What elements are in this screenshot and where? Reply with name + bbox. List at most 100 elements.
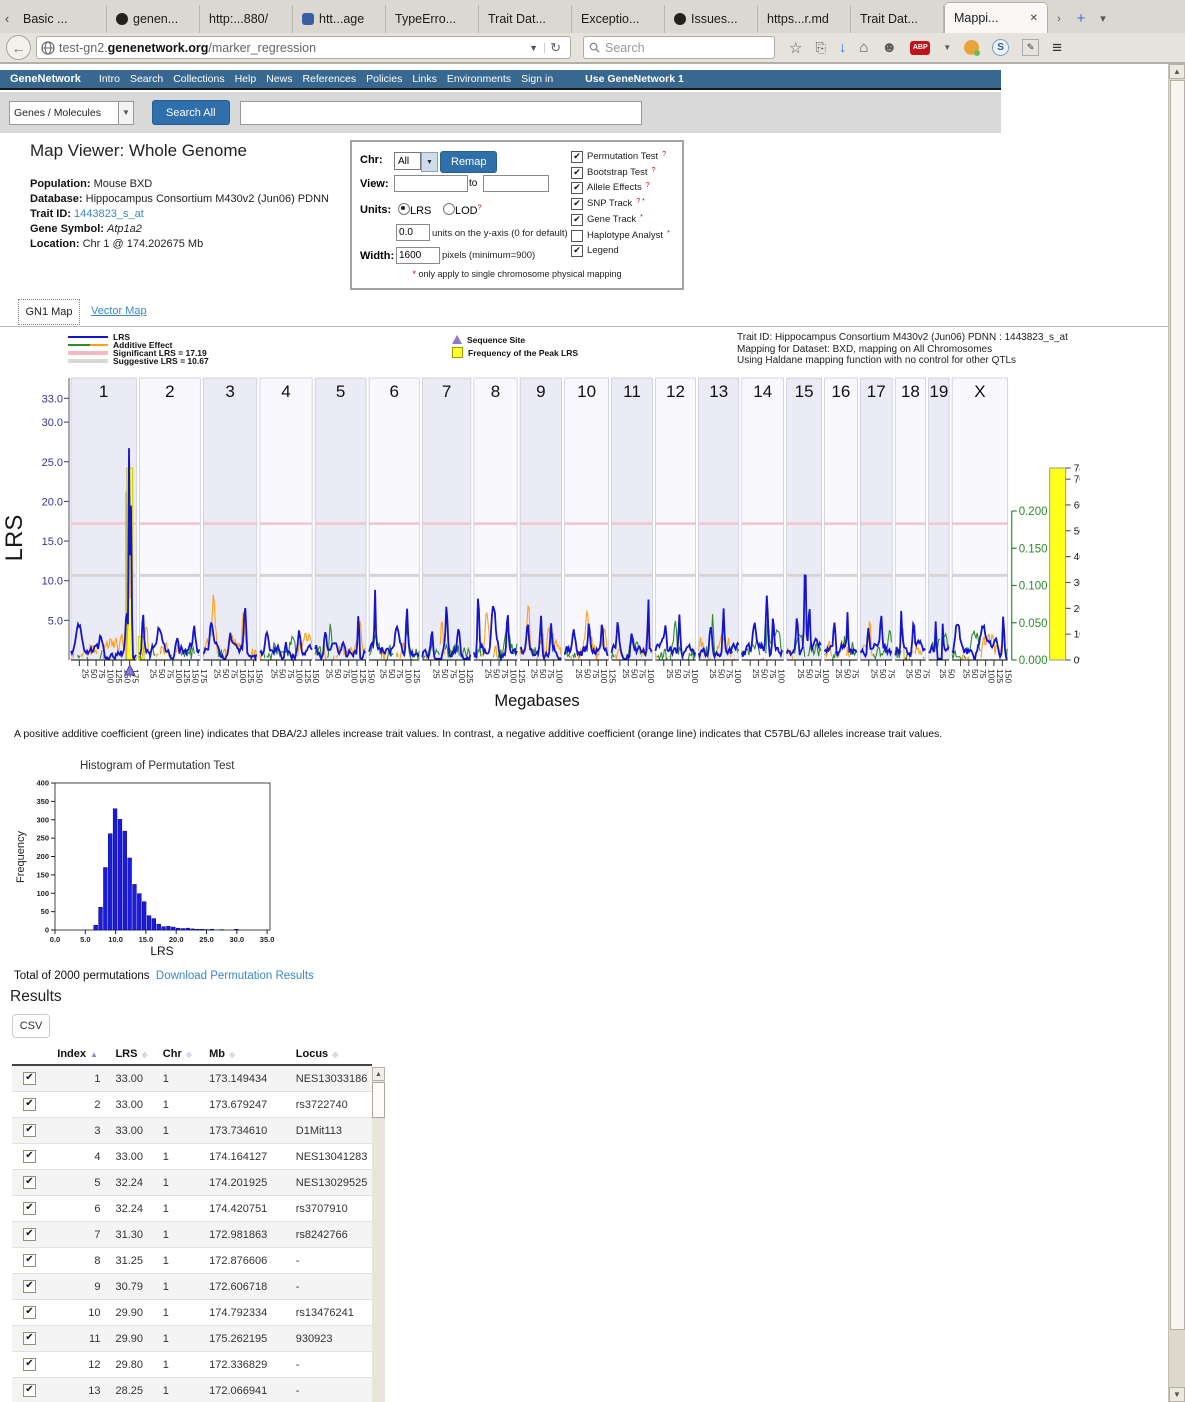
adblock-icon[interactable]: ABP: [910, 41, 930, 55]
checkbox-icon[interactable]: ✔: [571, 151, 583, 163]
row-checkbox[interactable]: ✔: [23, 1332, 36, 1345]
browser-tab[interactable]: Trait Dat...: [479, 5, 572, 33]
browser-tab[interactable]: TypeErro...: [386, 5, 479, 33]
sidebar-item-policies[interactable]: Policies: [366, 73, 402, 85]
row-checkbox[interactable]: ✔: [23, 1202, 36, 1215]
row-checkbox[interactable]: ✔: [23, 1384, 36, 1397]
view-from-input[interactable]: [394, 175, 468, 192]
checkbox-icon[interactable]: ✔: [571, 214, 583, 226]
trait-id-link[interactable]: 1443823_s_at: [74, 208, 144, 220]
checkbox-icon[interactable]: ✔: [571, 182, 583, 194]
row-checkbox[interactable]: ✔: [23, 1124, 36, 1137]
site-brand[interactable]: GeneNetwork: [10, 73, 81, 85]
column-header-mb[interactable]: Mb◆: [206, 1044, 293, 1065]
row-checkbox[interactable]: ✔: [23, 1098, 36, 1111]
column-header-index[interactable]: Index▲: [54, 1044, 112, 1065]
browser-tab[interactable]: Mappi...✕: [944, 2, 1048, 33]
sidebar-item-references[interactable]: References: [302, 73, 356, 85]
search-all-button[interactable]: Search All: [152, 100, 230, 125]
edit-extension-icon[interactable]: ✎: [1022, 39, 1039, 56]
bookmark-star-icon[interactable]: ☆: [789, 39, 802, 57]
checkbox-icon[interactable]: ✔: [571, 245, 583, 257]
row-checkbox[interactable]: ✔: [23, 1358, 36, 1371]
row-checkbox[interactable]: ✔: [23, 1228, 36, 1241]
y-axis-offset-input[interactable]: [396, 224, 430, 241]
category-select[interactable]: Genes / Molecules: [9, 101, 119, 125]
browser-tab[interactable]: http:...880/: [200, 5, 293, 33]
menu-icon[interactable]: ≡: [1052, 38, 1062, 58]
scroll-up-icon[interactable]: ▲: [1169, 64, 1185, 79]
option-bootstrap-test[interactable]: ✔Bootstrap Test?: [571, 167, 655, 179]
row-checkbox[interactable]: ✔: [23, 1072, 36, 1085]
chr-select-dropdown-icon[interactable]: ▼: [421, 152, 438, 172]
sidebar-item-environments[interactable]: Environments: [447, 73, 511, 85]
table-scrollbar-thumb[interactable]: [372, 1082, 385, 1118]
url-dropdown-icon[interactable]: ▼: [523, 43, 545, 53]
clipboard-icon[interactable]: ⎘: [815, 40, 825, 56]
row-checkbox[interactable]: ✔: [23, 1306, 36, 1319]
close-tab-icon[interactable]: ✕: [1030, 13, 1038, 24]
browser-tab[interactable]: htt...age: [293, 5, 386, 33]
tab-gn1-map[interactable]: GN1 Map: [18, 299, 80, 325]
download-permutation-link[interactable]: Download Permutation Results: [156, 970, 314, 982]
adblock-dropdown-icon[interactable]: ▼: [943, 43, 951, 52]
sidebar-item-collections[interactable]: Collections: [173, 73, 224, 85]
sidebar-item-intro[interactable]: Intro: [99, 73, 120, 85]
use-genenetwork1-link[interactable]: Use GeneNetwork 1: [585, 73, 684, 85]
checkbox-icon[interactable]: ✔: [571, 167, 583, 179]
tab-vector-map[interactable]: Vector Map: [91, 305, 147, 317]
option-gene-track[interactable]: ✔Gene Track*: [571, 214, 643, 226]
tab-overflow-button[interactable]: ›: [1048, 4, 1070, 33]
browser-tab[interactable]: Trait Dat...: [851, 5, 944, 33]
checkbox-icon[interactable]: [571, 230, 583, 242]
reload-icon[interactable]: ↻: [545, 40, 566, 56]
lrs-radio[interactable]: LRS: [398, 203, 431, 217]
page-scrollbar-thumb[interactable]: [1170, 80, 1185, 1330]
s-extension-icon[interactable]: S: [992, 39, 1009, 56]
lod-radio[interactable]: LOD?: [443, 203, 482, 217]
option-snp-track[interactable]: ✔SNP Track? *: [571, 198, 645, 210]
sidebar-item-help[interactable]: Help: [235, 73, 257, 85]
new-tab-button[interactable]: +: [1070, 4, 1092, 33]
option-allele-effects[interactable]: ✔Allele Effects?: [571, 182, 650, 194]
row-checkbox[interactable]: ✔: [23, 1176, 36, 1189]
csv-button[interactable]: CSV: [12, 1014, 50, 1038]
url-bar[interactable]: test-gn2.genenetwork.org/marker_regressi…: [36, 36, 571, 59]
search-bar[interactable]: Search: [583, 36, 775, 59]
tab-list-dropdown-icon[interactable]: ▾: [1092, 4, 1114, 33]
extension-icon[interactable]: [964, 40, 979, 55]
sidebar-item-news[interactable]: News: [266, 73, 292, 85]
download-icon[interactable]: ↓: [839, 39, 847, 56]
browser-tab[interactable]: Basic ...: [14, 5, 107, 33]
checkbox-icon[interactable]: ✔: [571, 198, 583, 210]
back-button[interactable]: ←: [6, 35, 31, 60]
page-scrollbar[interactable]: ▲ ▼: [1168, 64, 1185, 1402]
option-legend[interactable]: ✔Legend: [571, 245, 619, 257]
row-checkbox[interactable]: ✔: [23, 1254, 36, 1267]
width-input[interactable]: [396, 247, 440, 264]
remap-button[interactable]: Remap: [440, 151, 497, 173]
table-scroll-up-icon[interactable]: ▲: [372, 1067, 385, 1081]
site-search-input[interactable]: [240, 101, 642, 125]
table-scrollbar[interactable]: ▲: [372, 1067, 385, 1402]
browser-tab[interactable]: https...r.md: [758, 5, 851, 33]
sidebar-item-search[interactable]: Search: [130, 73, 163, 85]
column-header-locus[interactable]: Locus◆: [293, 1044, 372, 1065]
sidebar-item-links[interactable]: Links: [412, 73, 437, 85]
browser-tab[interactable]: Exceptio...: [572, 5, 665, 33]
column-header-chr[interactable]: Chr◆: [160, 1044, 206, 1065]
column-header-lrs[interactable]: LRS◆: [112, 1044, 159, 1065]
option-haplotype-analyst[interactable]: Haplotype Analyst*: [571, 230, 670, 242]
browser-tab[interactable]: Issues...: [665, 5, 758, 33]
lod-radio-icon[interactable]: [443, 203, 455, 215]
sidebar-item-sign-in[interactable]: Sign in: [521, 73, 553, 85]
lrs-radio-icon[interactable]: [398, 203, 410, 215]
category-dropdown-icon[interactable]: ▼: [119, 101, 134, 125]
row-checkbox[interactable]: ✔: [23, 1150, 36, 1163]
chr-select[interactable]: All▼: [394, 152, 438, 172]
home-icon[interactable]: ⌂: [859, 39, 868, 56]
chat-icon[interactable]: ☻: [881, 39, 897, 56]
row-checkbox[interactable]: ✔: [23, 1280, 36, 1293]
tab-scroll-left-button[interactable]: ‹: [0, 4, 14, 33]
scroll-down-icon[interactable]: ▼: [1169, 1387, 1185, 1402]
